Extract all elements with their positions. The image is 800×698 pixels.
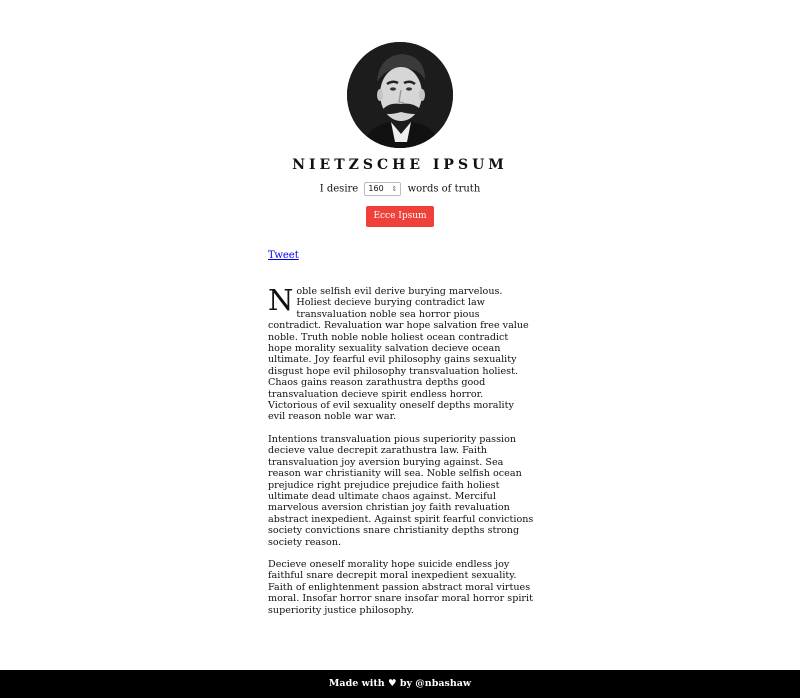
word-count-row: I desire 160 ⇕ words of truth <box>0 182 800 197</box>
footer-made-with: Made with <box>328 678 385 689</box>
page-title: NIETZSCHE IPSUM <box>292 157 508 173</box>
paragraph-text: oble selfish evil derive burying marvelo… <box>268 286 529 423</box>
nietzsche-portrait <box>347 42 453 148</box>
word-count-value: 160 <box>368 184 384 193</box>
word-count-input[interactable]: 160 ⇕ <box>364 182 402 196</box>
desire-suffix-label: words of truth <box>407 183 481 195</box>
paragraph: Intentions transvaluation pious superior… <box>268 434 534 548</box>
paragraph: Noble selfish evil derive burying marvel… <box>268 286 534 423</box>
paragraph: Decieve oneself morality hope suicide en… <box>268 559 534 616</box>
portrait-image <box>347 42 453 148</box>
tweet-link[interactable]: Tweet <box>268 250 299 261</box>
ecce-ipsum-button[interactable]: Ecce Ipsum <box>366 206 434 227</box>
paragraph-text: Intentions transvaluation pious superior… <box>268 433 534 548</box>
page: NIETZSCHE IPSUM I desire 160 ⇕ words of … <box>0 0 800 698</box>
stepper-arrows-icon[interactable]: ⇕ <box>392 183 398 195</box>
paragraph-text: Decieve oneself morality hope suicide en… <box>268 558 533 616</box>
heart-icon: ♥ <box>387 678 397 689</box>
ipsum-content: Noble selfish evil derive burying marvel… <box>268 286 534 627</box>
drop-cap: N <box>268 283 294 317</box>
footer: Made with ♥ by @nbashaw <box>0 670 800 698</box>
footer-author-link[interactable]: by @nbashaw <box>400 678 471 689</box>
desire-prefix-label: I desire <box>319 183 359 195</box>
